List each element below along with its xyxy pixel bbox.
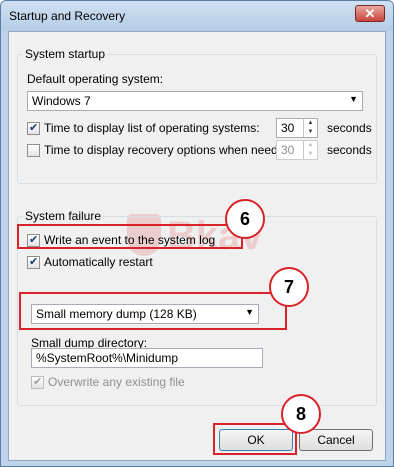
step6-highlight-box	[17, 224, 243, 249]
auto-restart-label: Automatically restart	[44, 255, 153, 269]
spin-down-icon[interactable]: ▼	[304, 128, 317, 137]
overwrite-checkbox[interactable]	[31, 375, 44, 389]
spinner-buttons: ▲ ▼	[303, 141, 317, 159]
time-recovery-unit: seconds	[327, 143, 372, 157]
time-recovery-spinner[interactable]: 30 ▲ ▼	[276, 140, 318, 160]
time-list-checkbox[interactable]	[27, 121, 40, 135]
chevron-down-icon: ▼	[349, 94, 358, 104]
system-startup-legend: System startup	[23, 47, 108, 61]
time-recovery-value: 30	[281, 143, 295, 157]
system-failure-legend: System failure	[23, 209, 104, 223]
spin-down-icon[interactable]: ▼	[304, 150, 317, 159]
step7-marker: 7	[269, 267, 309, 307]
window-title: Startup and Recovery	[9, 9, 126, 23]
title-bar[interactable]: Startup and Recovery ✕	[1, 1, 393, 31]
default-os-select[interactable]: Windows 7 ▼	[27, 91, 363, 111]
overwrite-label: Overwrite any existing file	[48, 375, 185, 389]
time-list-unit: seconds	[327, 121, 372, 135]
time-recovery-label: Time to display recovery options when ne…	[44, 143, 295, 157]
step7-highlight-box	[19, 292, 287, 330]
close-button[interactable]: ✕	[355, 5, 385, 22]
time-list-label: Time to display list of operating system…	[44, 121, 260, 135]
dump-dir-value: %SystemRoot%\Minidump	[36, 351, 179, 365]
spin-up-icon[interactable]: ▲	[304, 119, 317, 128]
time-list-spinner[interactable]: 30 ▲ ▼	[276, 118, 318, 138]
default-os-value: Windows 7	[32, 94, 91, 108]
default-os-label: Default operating system:	[27, 72, 164, 86]
step8-marker: 8	[281, 394, 321, 434]
spinner-buttons: ▲ ▼	[303, 119, 317, 137]
spin-up-icon[interactable]: ▲	[304, 141, 317, 150]
cancel-button[interactable]: Cancel	[299, 429, 373, 451]
time-recovery-checkbox[interactable]	[27, 144, 40, 157]
time-list-value: 30	[281, 121, 295, 135]
auto-restart-checkbox[interactable]	[27, 255, 40, 269]
startup-recovery-window: Startup and Recovery ✕ System startup De…	[0, 0, 394, 467]
step8-highlight-box	[213, 423, 297, 455]
dump-dir-input[interactable]: %SystemRoot%\Minidump	[31, 348, 263, 368]
step6-marker: 6	[225, 199, 265, 239]
